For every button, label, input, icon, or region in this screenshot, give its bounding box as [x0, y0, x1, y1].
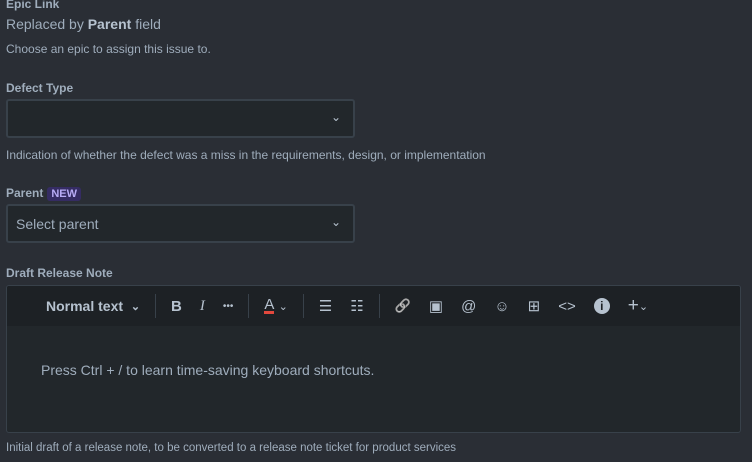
link-icon[interactable]: 🔗	[395, 298, 411, 314]
text-color-button[interactable]: A ⌄	[264, 296, 288, 315]
epic-help: Choose an epic to assign this issue to.	[6, 42, 211, 56]
info-icon[interactable]: i	[593, 298, 610, 314]
insert-button[interactable]: + ⌄	[628, 295, 648, 317]
text-color-icon: A	[264, 296, 275, 314]
replaced-prefix: Replaced by	[6, 16, 84, 32]
editor-toolbar: Normal text ⌄ B I ••• A ⌄ ☰ ☷ 🔗 ▣ @ ☺ ⊞ …	[7, 286, 740, 326]
parent-select[interactable]: Select parent ⌄	[6, 204, 355, 243]
parent-placeholder: Select parent	[16, 216, 99, 232]
parent-label: Parent NEW	[6, 186, 82, 201]
text-style-dropdown[interactable]: Normal text ⌄	[46, 298, 140, 314]
chevron-down-icon: ⌄	[278, 300, 288, 313]
release-note-editor[interactable]: Normal text ⌄ B I ••• A ⌄ ☰ ☷ 🔗 ▣ @ ☺ ⊞ …	[6, 285, 741, 433]
bold-icon[interactable]: B	[171, 298, 182, 315]
table-icon[interactable]: ⊞	[528, 297, 541, 315]
editor-placeholder[interactable]: Press Ctrl + / to learn time-saving keyb…	[7, 326, 740, 414]
chevron-down-icon: ⌄	[638, 300, 649, 313]
numbered-list-icon[interactable]: ☷	[350, 297, 363, 315]
image-icon[interactable]: ▣	[429, 297, 443, 315]
bullet-list-icon[interactable]: ☰	[319, 297, 332, 315]
plus-icon: +	[627, 295, 639, 316]
divider	[378, 294, 380, 318]
defect-help: Indication of whether the defect was a m…	[6, 148, 486, 162]
chevron-down-icon: ⌄	[330, 110, 341, 124]
epic-replaced-text: Replaced by Parent field	[6, 16, 161, 32]
more-formatting-icon[interactable]: •••	[223, 301, 234, 312]
release-note-help: Initial draft of a release note, to be c…	[6, 442, 457, 454]
emoji-icon[interactable]: ☺	[494, 298, 509, 315]
italic-icon[interactable]: I	[200, 298, 205, 315]
divider	[302, 294, 304, 318]
defect-type-label: Defect Type	[6, 81, 74, 95]
epic-link-label: Epic Link	[6, 0, 60, 11]
code-icon[interactable]: <>	[558, 298, 576, 315]
chevron-down-icon: ⌄	[130, 300, 141, 313]
divider	[155, 294, 157, 318]
text-style-label: Normal text	[46, 298, 124, 314]
divider	[248, 294, 250, 318]
mention-icon[interactable]: @	[461, 298, 476, 315]
replaced-suffix: field	[135, 16, 161, 32]
chevron-down-icon: ⌄	[330, 215, 341, 229]
parent-label-text: Parent	[6, 186, 44, 200]
new-badge: NEW	[47, 187, 82, 201]
replaced-bold: Parent	[87, 16, 132, 32]
release-note-label: Draft Release Note	[6, 266, 113, 280]
defect-type-select[interactable]: ⌄	[6, 99, 355, 138]
